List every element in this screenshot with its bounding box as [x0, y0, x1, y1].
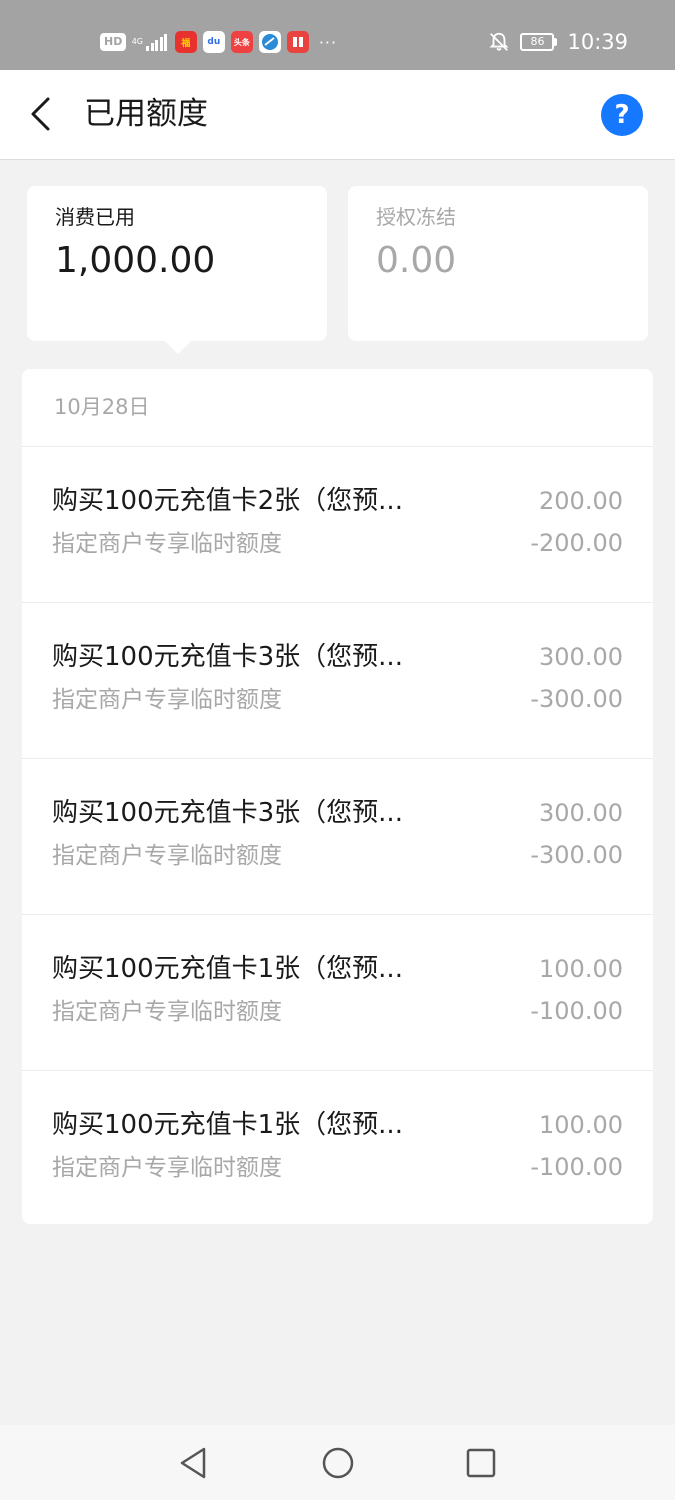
- transaction-subtitle: 指定商户专享临时额度: [52, 531, 282, 557]
- frozen-amount: 0.00: [376, 240, 457, 281]
- baidu-icon: du: [202, 31, 225, 53]
- signal-icon: [146, 33, 169, 51]
- transaction-row[interactable]: 购买100元充值卡1张（您预... 指定商户专享临时额度 100.00 -100…: [22, 915, 653, 1071]
- browser-icon: [258, 31, 281, 53]
- transaction-amount: 100.00: [539, 1111, 623, 1139]
- transaction-row[interactable]: 购买100元充值卡3张（您预... 指定商户专享临时额度 300.00 -300…: [22, 759, 653, 915]
- transaction-subtitle: 指定商户专享临时额度: [52, 1155, 282, 1181]
- used-amount: 1,000.00: [55, 240, 216, 281]
- transaction-name: 购买100元充值卡2张（您预...: [52, 486, 403, 516]
- used-summary-card[interactable]: 消费已用 1,000.00: [27, 186, 327, 341]
- battery-icon: 86: [520, 33, 558, 51]
- transaction-amount: 200.00: [539, 487, 623, 515]
- transaction-list: 10月28日 购买100元充值卡2张（您预... 指定商户专享临时额度 200.…: [22, 369, 653, 1224]
- transaction-limit-change: -100.00: [530, 997, 623, 1025]
- used-label: 消费已用: [55, 205, 135, 229]
- reader-icon: [286, 31, 309, 53]
- transaction-subtitle: 指定商户专享临时额度: [52, 999, 282, 1025]
- date-label: 10月28日: [54, 395, 150, 419]
- transaction-name: 购买100元充值卡3张（您预...: [52, 798, 403, 828]
- transaction-limit-change: -300.00: [530, 841, 623, 869]
- transaction-limit-change: -200.00: [530, 529, 623, 557]
- transaction-row[interactable]: 购买100元充值卡3张（您预... 指定商户专享临时额度 300.00 -300…: [22, 603, 653, 759]
- frozen-summary-card[interactable]: 授权冻结 0.00: [348, 186, 648, 341]
- transaction-name: 购买100元充值卡1张（您预...: [52, 1110, 403, 1140]
- transaction-amount: 100.00: [539, 955, 623, 983]
- red-app-icon: 福: [174, 31, 197, 53]
- toutiao-icon: 头条: [230, 31, 253, 53]
- battery-level: 86: [520, 33, 555, 51]
- transaction-row[interactable]: 购买100元充值卡1张（您预... 指定商户专享临时额度 100.00 -100…: [22, 1071, 653, 1224]
- system-nav-bar: [0, 1425, 675, 1500]
- status-left: HD 4G 福 du 头条 ···: [100, 29, 337, 55]
- help-icon[interactable]: ?: [601, 94, 643, 136]
- transaction-limit-change: -100.00: [530, 1153, 623, 1181]
- transaction-amount: 300.00: [539, 643, 623, 671]
- transaction-amount: 300.00: [539, 799, 623, 827]
- clock: 10:39: [567, 30, 628, 54]
- back-icon[interactable]: [26, 94, 56, 134]
- transaction-subtitle: 指定商户专享临时额度: [52, 843, 282, 869]
- selected-card-pointer: [164, 340, 192, 354]
- transaction-name: 购买100元充值卡3张（您预...: [52, 642, 403, 672]
- status-right: 86 10:39: [488, 28, 628, 56]
- nav-home-icon[interactable]: [318, 1443, 358, 1483]
- transaction-limit-change: -300.00: [530, 685, 623, 713]
- status-bar: HD 4G 福 du 头条 ··· 86 10:39: [0, 0, 675, 70]
- transaction-name: 购买100元充值卡1张（您预...: [52, 954, 403, 984]
- nav-recents-icon[interactable]: [461, 1443, 501, 1483]
- bell-muted-icon: [489, 32, 510, 51]
- date-header: 10月28日: [22, 369, 653, 447]
- more-notifications-icon: ···: [318, 32, 338, 52]
- frozen-label: 授权冻结: [376, 205, 456, 229]
- header: 已用额度 ?: [0, 70, 675, 160]
- transaction-subtitle: 指定商户专享临时额度: [52, 687, 282, 713]
- page-title: 已用额度: [84, 96, 208, 132]
- network-type: 4G: [131, 37, 143, 46]
- nav-back-icon[interactable]: [174, 1443, 214, 1483]
- transaction-row[interactable]: 购买100元充值卡2张（您预... 指定商户专享临时额度 200.00 -200…: [22, 447, 653, 603]
- hd-indicator: HD: [100, 33, 127, 51]
